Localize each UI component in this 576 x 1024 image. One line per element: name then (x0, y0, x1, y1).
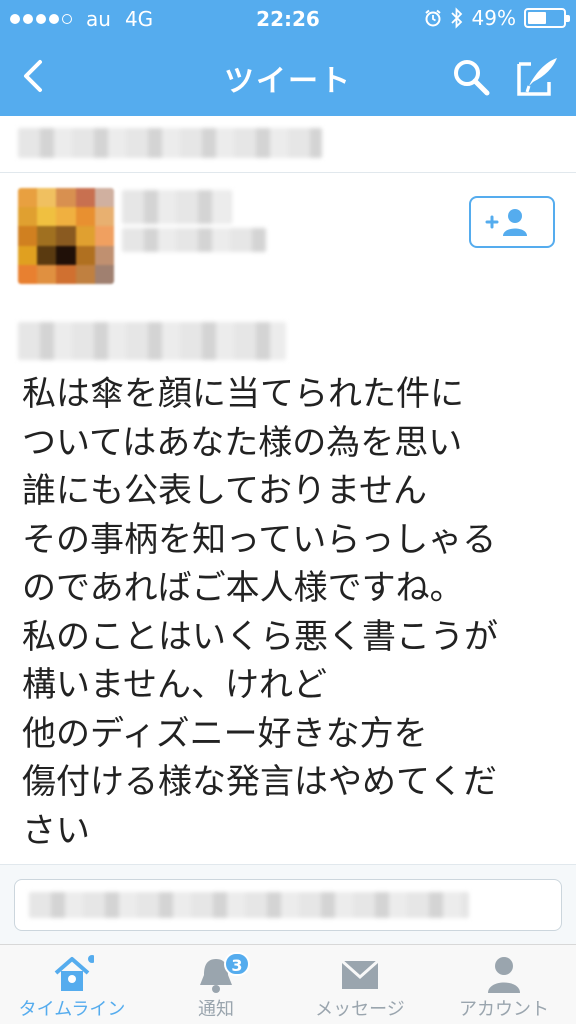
home-icon (54, 955, 94, 991)
alarm-icon (424, 9, 441, 27)
tab-label: メッセージ (315, 999, 405, 1020)
tab-timeline[interactable]: タイムライン (0, 945, 144, 1024)
status-bar: au 4G 22:26 49% (0, 0, 576, 38)
tab-messages[interactable]: メッセージ (288, 945, 432, 1024)
tweet-line: 構いません、けれど (22, 665, 327, 705)
envelope-icon (341, 959, 379, 989)
tweet-line: 他のディズニー好きな方を (22, 713, 428, 754)
search-icon[interactable] (450, 56, 492, 98)
reply-placeholder-redacted (29, 892, 469, 918)
notification-badge: 3 (224, 952, 250, 976)
tweet-line: 私のことはいくら悪く書こうが (22, 616, 498, 657)
tweet-line: 傷付ける様な発言はやめてくだ (22, 762, 497, 802)
tab-label: タイムライン (18, 999, 126, 1020)
top-bar: au 4G 22:26 49% ツイート (0, 0, 576, 116)
reply-input[interactable] (14, 879, 562, 931)
tab-bar: タイムライン 通知 メッセージ アカウント (0, 944, 576, 1024)
person-icon (488, 957, 520, 993)
tweet-line: 誰にも公表しておりません (22, 471, 427, 511)
tweet-line: さい (22, 810, 90, 851)
tab-account[interactable]: アカウント (432, 945, 576, 1024)
compose-tweet-icon[interactable] (515, 54, 559, 98)
battery-icon (524, 8, 570, 28)
user-handle-redacted[interactable] (122, 228, 266, 252)
reply-bar (0, 864, 576, 944)
tweet-text: 私は傘を顔に当てられた件に ついてはあなた様の為を思い 誰にも公表しておりません… (22, 370, 562, 855)
divider (0, 172, 576, 173)
tweet-line: 私は傘を顔に当てられた件に (22, 374, 464, 414)
nav-bar: ツイート (0, 38, 576, 116)
follow-button[interactable] (469, 196, 555, 248)
tweet-line: その事柄を知っていらっしゃる (22, 519, 497, 560)
tweet-line: のであればご本人様ですね。 (22, 568, 464, 608)
retweet-context-redacted (18, 128, 322, 158)
battery-percent: 49% (471, 6, 516, 30)
tweet-line: ついてはあなた様の為を思い (22, 422, 463, 463)
display-name-redacted[interactable] (122, 190, 232, 224)
tab-notifications[interactable]: 通知 (144, 945, 288, 1024)
tweet-meta-redacted (18, 322, 286, 360)
add-user-icon (485, 209, 527, 236)
tab-label: アカウント (459, 999, 549, 1020)
tab-label: 通知 (198, 999, 234, 1020)
avatar[interactable] (18, 188, 114, 284)
bluetooth-icon (450, 7, 462, 29)
